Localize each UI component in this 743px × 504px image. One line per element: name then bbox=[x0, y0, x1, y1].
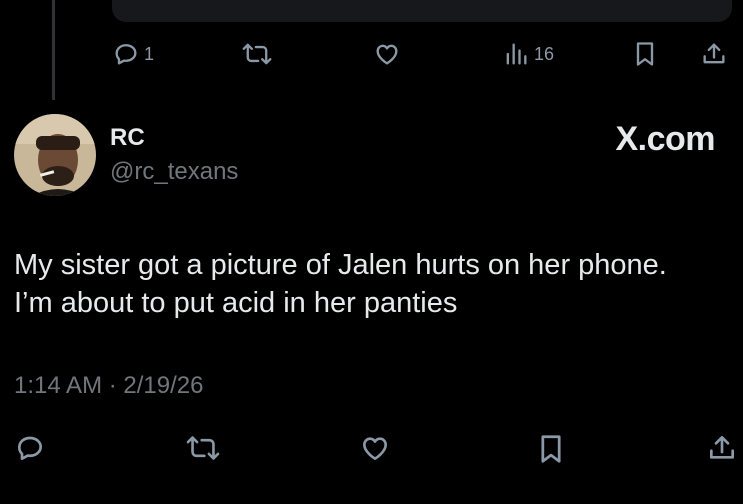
quoted-post-card[interactable] bbox=[112, 0, 732, 22]
bookmark-button[interactable] bbox=[536, 432, 566, 466]
avatar[interactable] bbox=[14, 114, 96, 196]
bookmark-icon bbox=[536, 432, 566, 466]
share-icon bbox=[706, 432, 738, 464]
avatar-photo bbox=[14, 114, 96, 196]
views-icon bbox=[502, 40, 530, 68]
display-name[interactable]: RC bbox=[110, 124, 145, 152]
like-icon bbox=[358, 432, 392, 464]
retweet-icon bbox=[186, 432, 220, 464]
reply-count: 1 bbox=[144, 43, 155, 64]
like-button[interactable] bbox=[358, 432, 392, 464]
share-button[interactable] bbox=[706, 432, 738, 464]
retweet-button[interactable] bbox=[186, 432, 220, 464]
tweet-text-line: My sister got a picture of Jalen hurts o… bbox=[14, 249, 667, 281]
reply-icon bbox=[14, 432, 46, 464]
views-count: 16 bbox=[534, 43, 555, 64]
reply-icon bbox=[112, 40, 140, 68]
retweet-button[interactable] bbox=[242, 40, 272, 68]
like-button[interactable] bbox=[372, 40, 402, 68]
like-icon bbox=[372, 40, 402, 68]
bookmark-button[interactable] bbox=[632, 40, 658, 68]
share-icon bbox=[700, 40, 728, 68]
user-handle[interactable]: @rc_texans bbox=[110, 158, 238, 186]
tweet-timestamp[interactable]: 1:14 AM · 2/19/26 bbox=[14, 372, 203, 400]
reply-button[interactable]: 1 bbox=[112, 40, 154, 68]
tweet-text: My sister got a picture of Jalen hurts o… bbox=[14, 246, 734, 322]
retweet-icon bbox=[242, 40, 272, 68]
tweet-text-line: I’m about to put acid in her panties bbox=[14, 287, 458, 319]
x-watermark: X.com bbox=[615, 120, 715, 158]
tweet-action-bar bbox=[0, 432, 743, 472]
views-button[interactable]: 16 bbox=[502, 40, 554, 68]
bookmark-icon bbox=[632, 40, 658, 68]
share-button[interactable] bbox=[700, 40, 728, 68]
previous-post-action-bar: 1 16 bbox=[0, 40, 743, 70]
reply-button[interactable] bbox=[14, 432, 46, 464]
